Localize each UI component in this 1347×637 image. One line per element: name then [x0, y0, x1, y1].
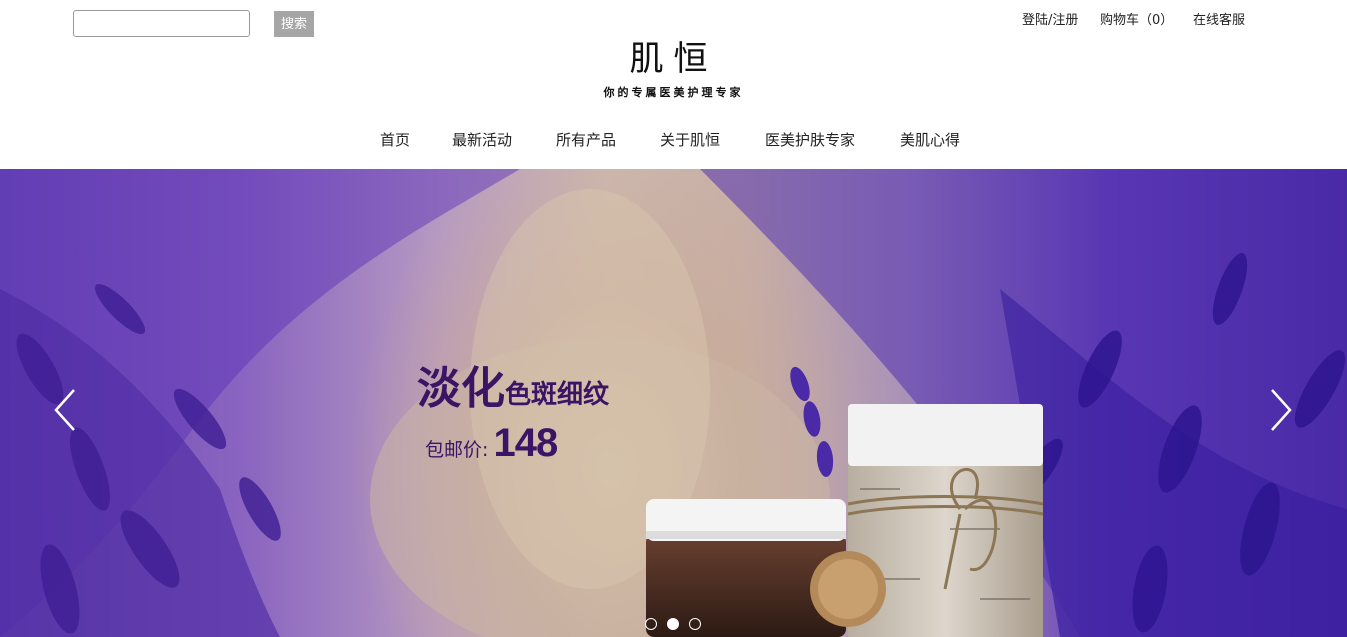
nav-item-home[interactable]: 首页	[380, 129, 410, 151]
promo-headline-big: 淡化	[417, 363, 505, 414]
nav-item-all-products[interactable]: 所有产品	[556, 129, 616, 151]
search-input[interactable]	[73, 10, 250, 37]
slide-dot-1[interactable]	[645, 618, 657, 630]
promo-price: 包邮价: 148	[425, 421, 559, 466]
promo-headline-small: 色斑细纹	[505, 380, 610, 410]
chevron-left-icon[interactable]	[52, 388, 78, 432]
site-tagline: 你的专属医美护理专家	[603, 86, 744, 99]
nav-item-latest-events[interactable]: 最新活动	[452, 129, 512, 151]
chevron-right-icon[interactable]	[1268, 388, 1294, 432]
top-links: 登陆/注册 购物车（0） 在线客服	[1000, 12, 1260, 32]
main-nav: 首页 最新活动 所有产品 关于肌恒 医美护肤专家 美肌心得	[0, 129, 1347, 153]
nav-item-experts[interactable]: 医美护肤专家	[765, 129, 855, 151]
nav-item-about[interactable]: 关于肌恒	[660, 129, 720, 151]
slide-indicators	[645, 618, 705, 632]
login-register-link[interactable]: 登陆/注册	[1022, 12, 1078, 30]
price-label: 包邮价:	[425, 439, 489, 461]
site-header: 搜索 登陆/注册 购物车（0） 在线客服 肌恒 你的专属医美护理专家 首页 最新…	[0, 0, 1347, 169]
banner-lavender-image	[0, 169, 1347, 637]
price-value: 148	[493, 421, 559, 465]
slide-dot-2[interactable]	[667, 618, 679, 630]
site-logo[interactable]: 肌恒	[0, 37, 1347, 81]
promo-headline: 淡化色斑细纹	[417, 352, 609, 416]
nav-item-skincare-tips[interactable]: 美肌心得	[900, 129, 960, 151]
slide-dot-3[interactable]	[689, 618, 701, 630]
hero-banner[interactable]: 淡化色斑细纹 包邮价: 148	[0, 169, 1347, 637]
search-button[interactable]: 搜索	[274, 11, 314, 37]
cart-link[interactable]: 购物车（0）	[1100, 12, 1173, 30]
online-service-link[interactable]: 在线客服	[1193, 12, 1245, 30]
